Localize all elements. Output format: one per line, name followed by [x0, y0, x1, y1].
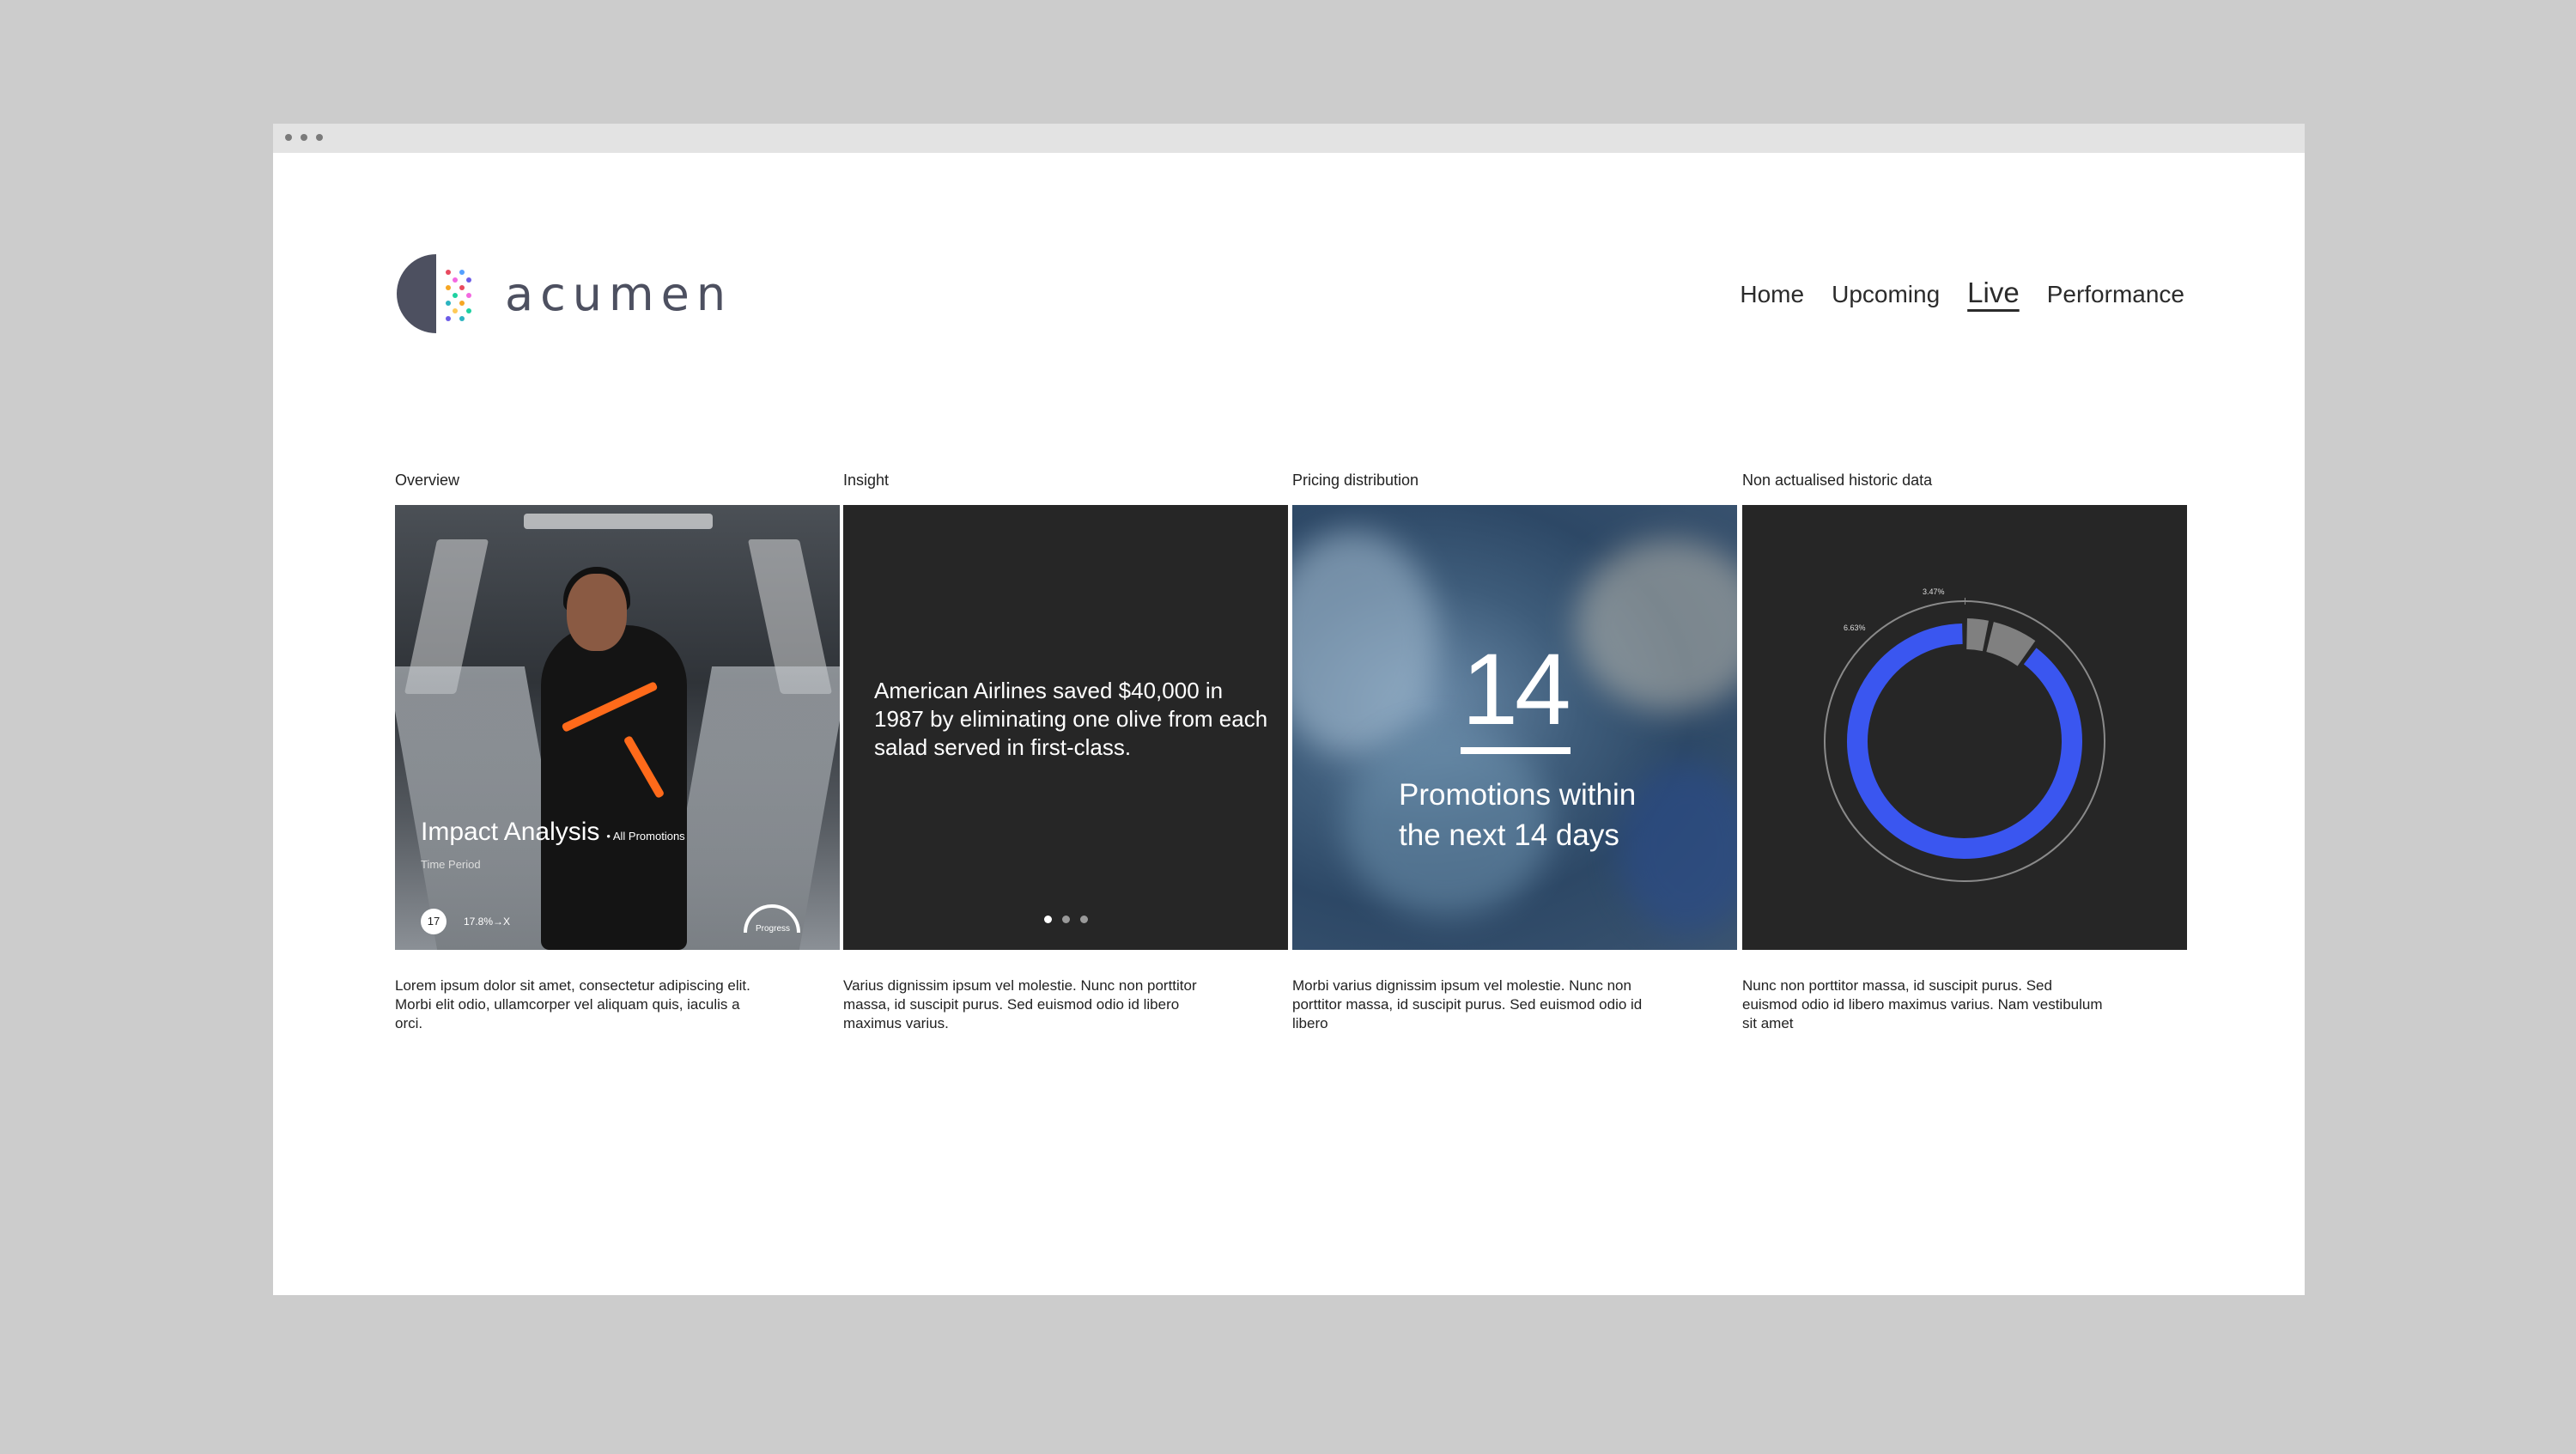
person-figure — [541, 625, 687, 950]
window-dot-icon[interactable] — [285, 134, 292, 141]
logo-dot — [446, 316, 451, 321]
nav-home[interactable]: Home — [1740, 281, 1804, 308]
ceiling-light — [524, 514, 713, 529]
count-underline — [1461, 747, 1571, 754]
section-label-overview: Overview — [395, 471, 460, 489]
carousel-dot[interactable] — [1080, 916, 1088, 923]
logo-dot — [446, 270, 451, 275]
historic-description: Nunc non porttitor massa, id suscipit pu… — [1742, 977, 2103, 1031]
logo-dot — [459, 301, 465, 306]
progress-label: Progress — [756, 924, 791, 934]
impact-title-text: Impact Analysis — [421, 818, 600, 846]
logo-dot — [453, 293, 458, 298]
historic-data-card[interactable]: 3.47% 6.63% — [1742, 505, 2187, 950]
logo-dot — [446, 285, 451, 290]
impact-analysis-title: Impact Analysis • All Promotions — [421, 818, 685, 847]
promotions-count: 14 — [1461, 633, 1571, 746]
logo-dot — [453, 277, 458, 283]
main-nav: Home Upcoming Live Performance — [1740, 277, 2184, 309]
nav-performance[interactable]: Performance — [2047, 281, 2184, 308]
logo-dot — [453, 308, 458, 313]
logo-dot — [459, 316, 465, 321]
overview-description: Lorem ipsum dolor sit amet, consectetur … — [395, 977, 750, 1031]
insight-quote: American Airlines saved $40,000 in 1987 … — [874, 678, 1268, 760]
section-label-insight: Insight — [843, 471, 890, 489]
nav-live[interactable]: Live — [1967, 277, 2020, 309]
insight-description: Varius dignissim ipsum vel molestie. Nun… — [843, 977, 1197, 1031]
section-label-historic: Non actualised historic data — [1742, 471, 1933, 489]
carousel-dot[interactable] — [1044, 916, 1052, 923]
logo-dot — [459, 285, 465, 290]
calendar-badge-icon[interactable]: 17 — [421, 909, 447, 934]
donut-label-1: 3.47% — [1923, 587, 1945, 596]
logo-dot — [459, 270, 465, 275]
donut-slice[interactable] — [1965, 618, 1989, 652]
nav-upcoming[interactable]: Upcoming — [1832, 281, 1940, 308]
period-range-text: 17.8%→X — [464, 916, 511, 928]
carousel-dot[interactable] — [1062, 916, 1070, 923]
person-head — [567, 574, 627, 651]
brand-logo[interactable]: acumen — [395, 252, 732, 335]
donut-slice[interactable] — [1847, 624, 2082, 859]
logo-dot — [446, 301, 451, 306]
pricing-card[interactable]: 14 Promotions within the next 14 days — [1292, 505, 1737, 950]
logo-dot — [466, 277, 471, 283]
window-dot-icon[interactable] — [301, 134, 307, 141]
donut-chart — [1821, 598, 2108, 885]
insight-card[interactable]: American Airlines saved $40,000 in 1987 … — [843, 505, 1288, 950]
pricing-description: Morbi varius dignissim ipsum vel molesti… — [1292, 977, 1643, 1031]
donut-label-2: 6.63% — [1844, 624, 1866, 632]
promotions-text: Promotions within the next 14 days — [1399, 778, 1637, 852]
brand-name: acumen — [505, 266, 733, 321]
donut-slice[interactable] — [1985, 622, 2036, 666]
logo-dot — [466, 308, 471, 313]
time-period-label: Time Period — [421, 858, 481, 871]
section-label-pricing: Pricing distribution — [1292, 471, 1419, 489]
window-dot-icon[interactable] — [316, 134, 323, 141]
carousel-dots — [1044, 916, 1088, 923]
browser-window: acumen Home Upcoming Live Performance Ov… — [273, 124, 2305, 1295]
all-promotions-tag[interactable]: • All Promotions — [606, 830, 684, 843]
acumen-logo-icon — [397, 254, 471, 333]
window-titlebar — [273, 124, 2305, 153]
overview-card[interactable]: Impact Analysis • All Promotions Time Per… — [395, 505, 840, 950]
logo-dot — [466, 293, 471, 298]
